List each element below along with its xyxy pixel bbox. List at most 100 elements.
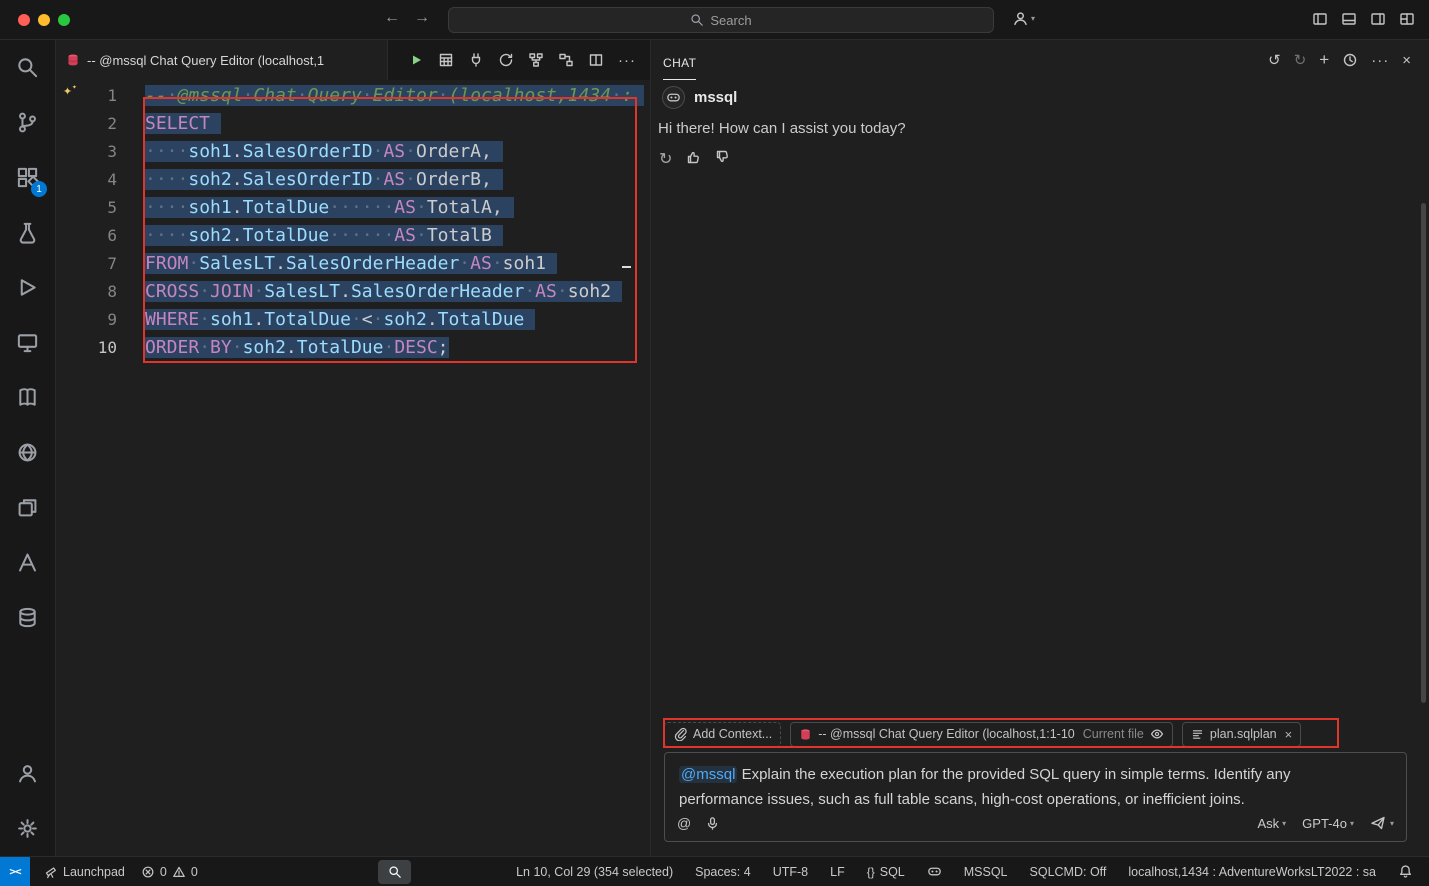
- plan-file-chip[interactable]: plan.sqlplan ×: [1182, 722, 1301, 747]
- line-number[interactable]: 6: [56, 222, 117, 250]
- thumbs-down-icon[interactable]: [714, 149, 730, 165]
- query-plan-icon[interactable]: [558, 52, 574, 68]
- sidebar-item-testing[interactable]: [0, 205, 55, 260]
- more-actions-icon[interactable]: ···: [1371, 52, 1389, 69]
- mode-dropdown[interactable]: Ask▾: [1257, 816, 1286, 831]
- tab-query-editor[interactable]: -- @mssql Chat Query Editor (localhost,1: [56, 40, 388, 80]
- line-number[interactable]: 10: [56, 334, 117, 362]
- toggle-secondary-sidebar-icon[interactable]: [1370, 11, 1386, 27]
- code-line[interactable]: 3····soh1.SalesOrderID·AS·OrderA,: [56, 138, 650, 166]
- language-mode-item[interactable]: {}SQL: [861, 860, 911, 884]
- sidebar-item-accounts[interactable]: [0, 746, 55, 801]
- copilot-status-item[interactable]: [921, 860, 948, 884]
- code-line[interactable]: 2SELECT: [56, 110, 650, 138]
- more-actions-icon[interactable]: ···: [618, 52, 636, 69]
- code-line[interactable]: 8CROSS·JOIN·SalesLT.SalesOrderHeader·AS·…: [56, 278, 650, 306]
- code-line[interactable]: 9WHERE·soh1.TotalDue·<·soh2.TotalDue: [56, 306, 650, 334]
- nav-back-icon[interactable]: ←: [384, 9, 400, 27]
- split-editor-icon[interactable]: [588, 52, 604, 68]
- tab-chat[interactable]: CHAT: [663, 56, 696, 80]
- code-editor[interactable]: ✦✦ 1--·@mssql·Chat·Query·Editor·(localho…: [56, 80, 650, 856]
- mssql-status-item[interactable]: MSSQL: [958, 860, 1014, 884]
- model-dropdown[interactable]: GPT-4o▾: [1302, 816, 1354, 831]
- problems-item[interactable]: 0 0: [135, 860, 204, 884]
- warning-count: 0: [191, 865, 198, 879]
- zoom-indicator[interactable]: [378, 860, 411, 884]
- sidebar-item-settings[interactable]: [0, 801, 55, 856]
- connection-status-item[interactable]: localhost,1434 : AdventureWorksLT2022 : …: [1122, 860, 1382, 884]
- line-number[interactable]: 8: [56, 278, 117, 306]
- add-context-chip[interactable]: Add Context...: [664, 722, 781, 747]
- current-file-chip[interactable]: -- @mssql Chat Query Editor (localhost,1…: [790, 722, 1173, 747]
- sidebar-item-search[interactable]: [0, 40, 55, 95]
- toggle-panel-icon[interactable]: [1341, 11, 1357, 27]
- run-debug-icon: [16, 276, 39, 299]
- microphone-icon[interactable]: [705, 816, 720, 831]
- sqlcmd-status-item[interactable]: SQLCMD: Off: [1024, 860, 1113, 884]
- remote-explorer-icon: [16, 331, 39, 354]
- workbench: 1: [0, 40, 1429, 856]
- nav-forward-icon[interactable]: →: [414, 9, 430, 27]
- tab-bar: -- @mssql Chat Query Editor (localhost,1…: [56, 40, 650, 80]
- code-line[interactable]: 6····soh2.TotalDue······AS·TotalB: [56, 222, 650, 250]
- chat-input-box[interactable]: @mssql Explain the execution plan for th…: [664, 752, 1407, 842]
- eye-icon[interactable]: [1150, 727, 1164, 741]
- chat-input-text[interactable]: @mssql Explain the execution plan for th…: [665, 753, 1325, 812]
- window-controls: [18, 14, 70, 26]
- sidebar-item-github[interactable]: [0, 425, 55, 480]
- new-chat-icon[interactable]: +: [1319, 50, 1329, 70]
- history-icon[interactable]: [1342, 52, 1358, 68]
- close-icon[interactable]: ×: [1285, 727, 1293, 742]
- notifications-item[interactable]: [1392, 860, 1419, 884]
- cursor-position-item[interactable]: Ln 10, Col 29 (354 selected): [510, 860, 679, 884]
- minimize-button[interactable]: [38, 14, 50, 26]
- account-menu[interactable]: ▾: [1012, 10, 1035, 27]
- remote-indicator[interactable]: ><: [0, 857, 30, 886]
- run-query-icon[interactable]: [408, 52, 424, 68]
- sidebar-item-extensions[interactable]: 1: [0, 150, 55, 205]
- send-button[interactable]: ▾: [1370, 815, 1394, 831]
- line-number[interactable]: 4: [56, 166, 117, 194]
- toggle-primary-sidebar-icon[interactable]: [1312, 11, 1328, 27]
- undo-icon[interactable]: ↺: [1268, 51, 1281, 69]
- line-number[interactable]: 5: [56, 194, 117, 222]
- line-number[interactable]: 9: [56, 306, 117, 334]
- thumbs-up-icon[interactable]: [685, 149, 701, 165]
- launchpad-item[interactable]: Launchpad: [38, 860, 131, 884]
- redo-icon[interactable]: ↻: [1294, 51, 1307, 69]
- line-number[interactable]: 3: [56, 138, 117, 166]
- line-number[interactable]: 2: [56, 110, 117, 138]
- copilot-sparkle-icon[interactable]: ✦✦: [63, 83, 77, 98]
- line-number[interactable]: 7: [56, 250, 117, 278]
- indentation-item[interactable]: Spaces: 4: [689, 860, 757, 884]
- mention-icon[interactable]: @: [677, 815, 691, 831]
- connect-icon[interactable]: [468, 52, 484, 68]
- sidebar-item-mssql[interactable]: [0, 590, 55, 645]
- sidebar-item-remote-explorer[interactable]: [0, 315, 55, 370]
- code-line[interactable]: 7FROM·SalesLT.SalesOrderHeader·AS·soh1: [56, 250, 650, 278]
- sidebar-item-azure[interactable]: [0, 535, 55, 590]
- sidebar-item-run-debug[interactable]: [0, 260, 55, 315]
- change-connection-icon[interactable]: [498, 52, 514, 68]
- sidebar-item-containers[interactable]: [0, 480, 55, 535]
- command-center-search[interactable]: Search: [448, 7, 994, 33]
- eol-item[interactable]: LF: [824, 860, 851, 884]
- code-line[interactable]: 10ORDER·BY·soh2.TotalDue·DESC;: [56, 334, 650, 362]
- retry-icon[interactable]: ↻: [659, 149, 672, 169]
- search-icon: [690, 13, 704, 27]
- close-icon[interactable]: ×: [1402, 52, 1411, 69]
- code-line[interactable]: 1--·@mssql·Chat·Query·Editor·(localhost,…: [56, 82, 650, 110]
- maximize-button[interactable]: [58, 14, 70, 26]
- close-button[interactable]: [18, 14, 30, 26]
- context-chips-row: Add Context... -- @mssql Chat Query Edit…: [664, 719, 1407, 749]
- schema-designer-icon[interactable]: [528, 52, 544, 68]
- sidebar-item-notebook[interactable]: [0, 370, 55, 425]
- code-line[interactable]: 4····soh2.SalesOrderID·AS·OrderB,: [56, 166, 650, 194]
- code-line[interactable]: 5····soh1.TotalDue······AS·TotalA,: [56, 194, 650, 222]
- encoding-item[interactable]: UTF-8: [767, 860, 814, 884]
- indentation: Spaces: 4: [695, 865, 751, 879]
- scrollbar-thumb[interactable]: [1421, 203, 1426, 703]
- sidebar-item-source-control[interactable]: [0, 95, 55, 150]
- results-grid-icon[interactable]: [438, 52, 454, 68]
- customize-layout-icon[interactable]: [1399, 11, 1415, 27]
